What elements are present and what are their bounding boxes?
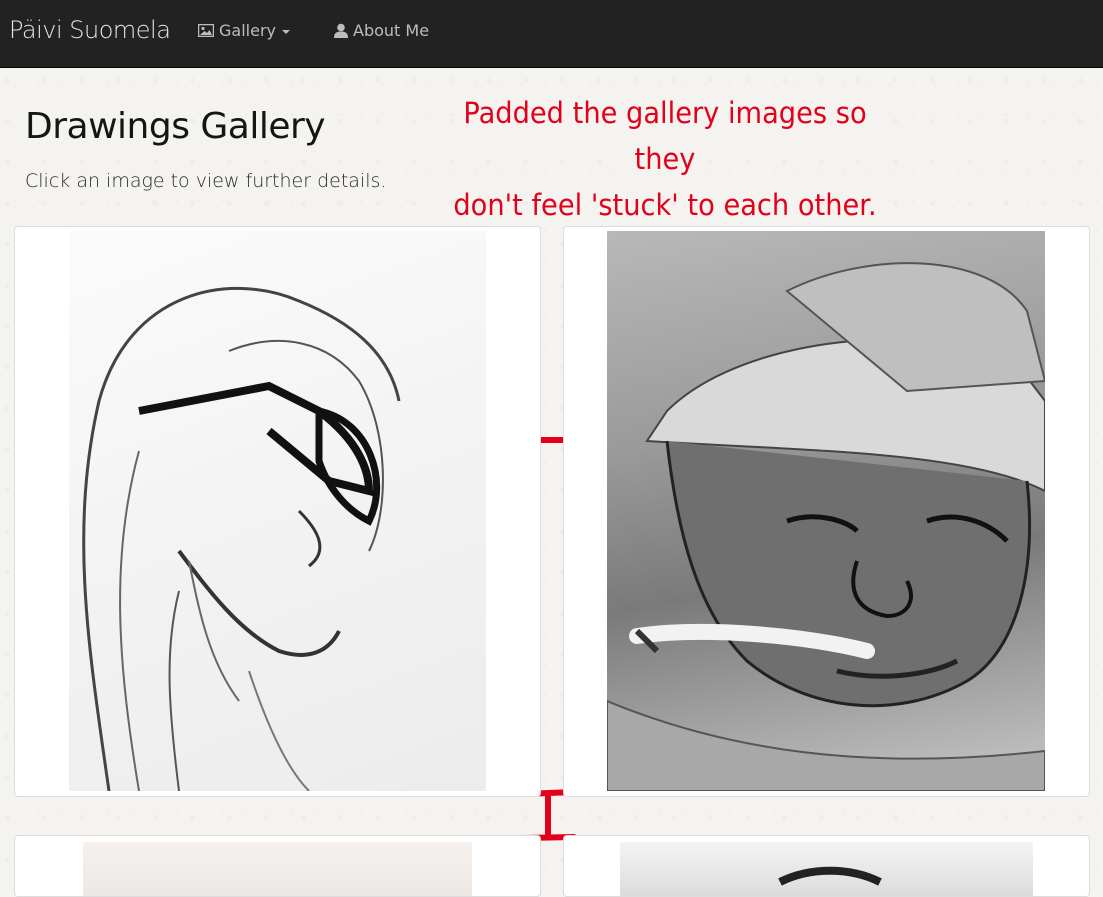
annotation-line: don't feel 'stuck' to each other. — [453, 188, 877, 222]
caret-down-icon — [281, 29, 290, 34]
user-icon — [334, 23, 348, 38]
drawing-image — [606, 231, 1047, 792]
drawing-image — [83, 842, 472, 896]
drawing-image — [620, 842, 1033, 896]
portrait-sketch-graphic — [778, 866, 882, 886]
review-annotation: Padded the gallery images so they don't … — [450, 90, 881, 228]
nav-gallery-label: Gallery — [219, 21, 276, 40]
gallery-thumbnail[interactable] — [563, 835, 1090, 897]
gallery-thumbnail[interactable] — [563, 226, 1090, 797]
nav-gallery-dropdown[interactable]: Gallery — [198, 21, 290, 40]
gallery-thumbnail[interactable] — [14, 226, 541, 797]
page-title: Drawings Gallery — [25, 106, 326, 147]
portrait-sketch-graphic — [82, 286, 401, 792]
picture-icon — [198, 24, 214, 37]
annotation-line: Padded the gallery images so they — [463, 96, 867, 176]
gallery-thumbnail[interactable] — [14, 835, 541, 897]
nav-about-label: About Me — [353, 21, 430, 40]
page-subtitle: Click an image to view further details. — [25, 170, 387, 192]
navbar: Päivi Suomela Gallery About Me — [0, 0, 1103, 68]
nav-about-link[interactable]: About Me — [334, 21, 429, 40]
brand-link[interactable]: Päivi Suomela — [9, 16, 171, 44]
portrait-sketch-graphic — [606, 262, 1047, 792]
drawing-image — [69, 231, 486, 792]
